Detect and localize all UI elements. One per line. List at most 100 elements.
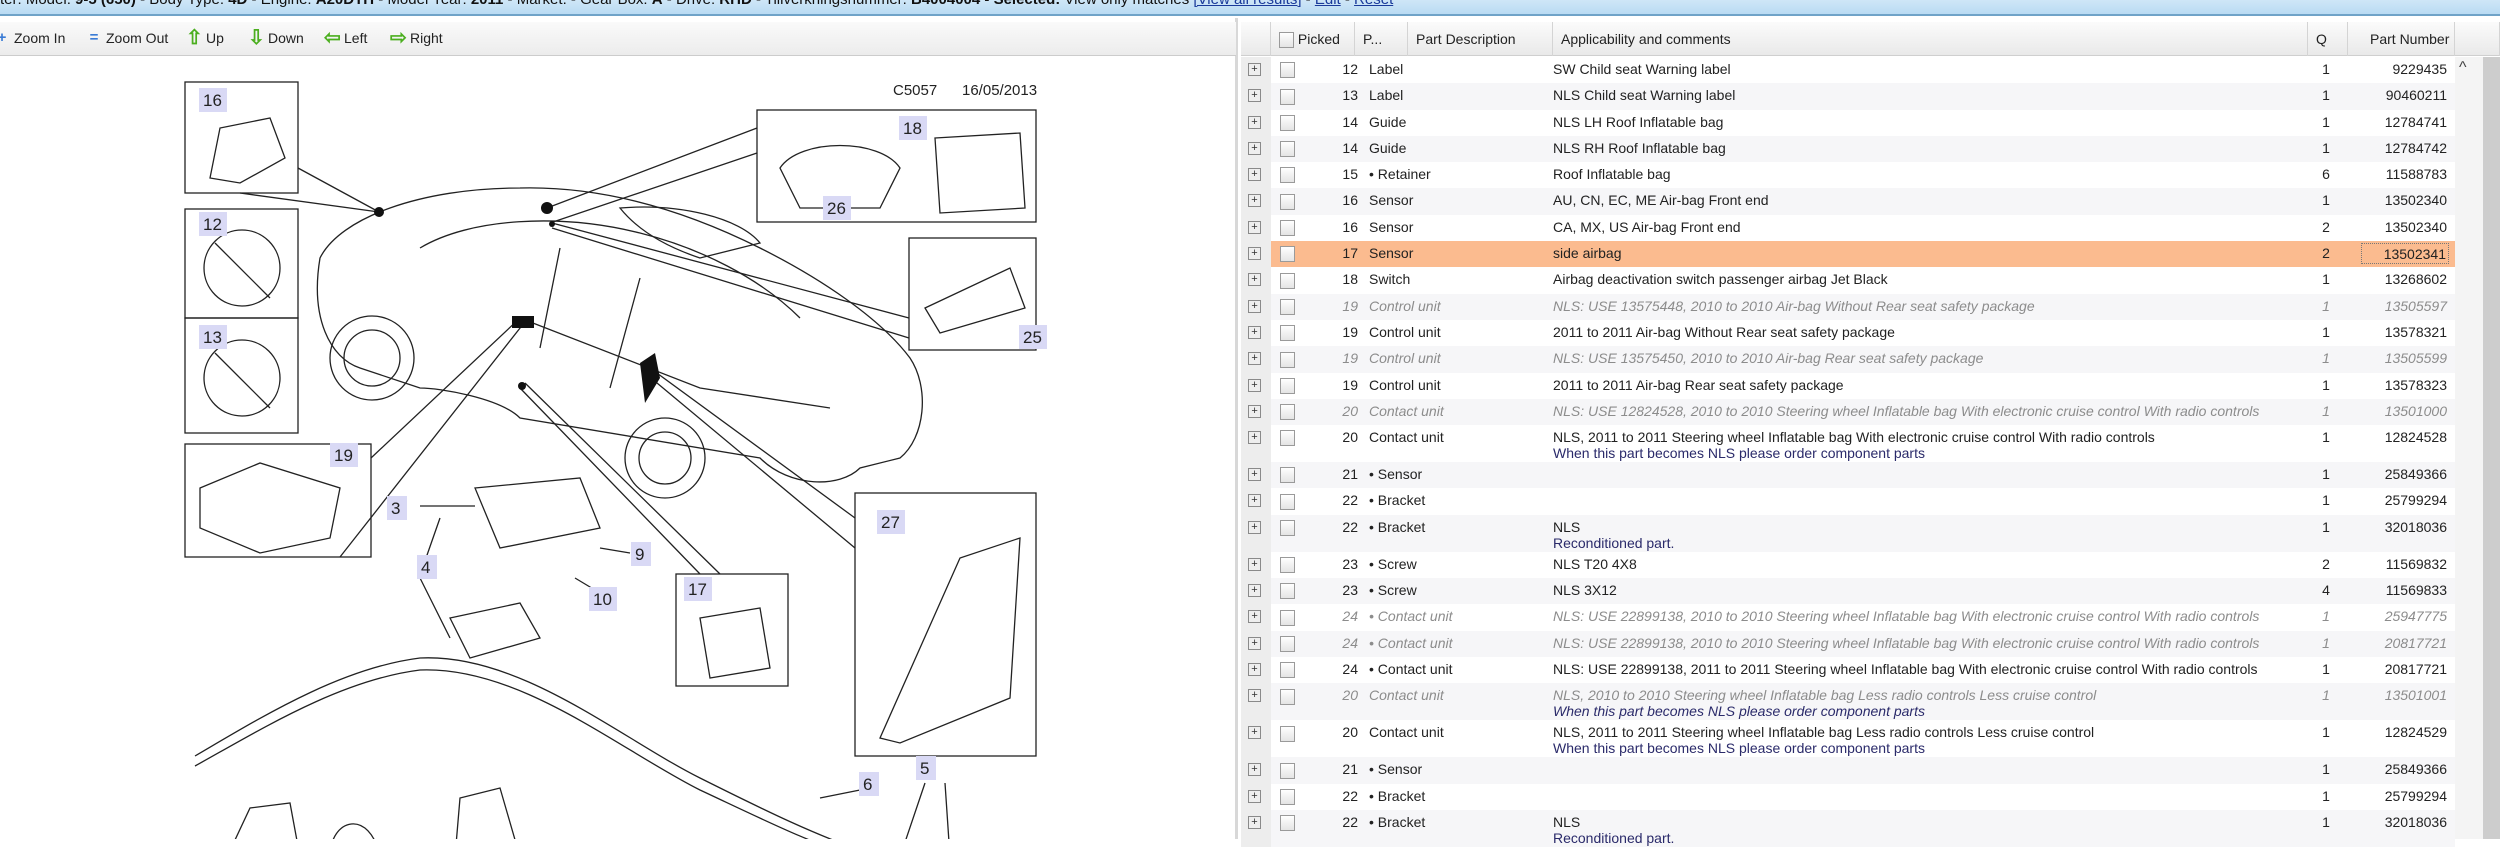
part-number-cell[interactable]: 13578323	[2361, 377, 2449, 393]
table-row[interactable]: + 20 Contact unit NLS, 2011 to 2011 Stee…	[1241, 425, 2455, 463]
table-row[interactable]: + 24 • Contact unit NLS: USE 22899138, 2…	[1241, 604, 2455, 631]
table-row[interactable]: + 15 • Retainer Roof Inflatable bag 6 11…	[1241, 162, 2455, 189]
expand-icon[interactable]: +	[1248, 273, 1261, 287]
view-all-results-link[interactable]: [View all results]	[1193, 0, 1301, 8]
part-number-cell[interactable]: 13505597	[2361, 298, 2449, 314]
table-row[interactable]: + 19 Control unit NLS: USE 13575448, 201…	[1241, 293, 2455, 320]
picked-checkbox[interactable]	[1280, 192, 1295, 210]
part-number-cell[interactable]: 20817721	[2361, 661, 2449, 677]
table-row[interactable]: + 17 Sensor side airbag 2 13502341	[1241, 241, 2455, 268]
table-row[interactable]: + 20 Contact unit NLS, 2011 to 2011 Stee…	[1241, 720, 2455, 758]
picked-checkbox[interactable]	[1280, 166, 1295, 184]
picked-checkbox[interactable]	[1280, 608, 1295, 626]
callout-16[interactable]: 16	[199, 88, 227, 112]
picked-checkbox[interactable]	[1280, 114, 1295, 131]
part-number-cell[interactable]: 11588783	[2361, 166, 2449, 182]
part-number-cell[interactable]: 20817721	[2361, 635, 2449, 651]
table-row[interactable]: + 22 • Bracket NLS Reconditioned part. 1…	[1241, 809, 2455, 847]
picked-checkbox[interactable]	[1280, 519, 1295, 537]
table-row[interactable]: + 22 • Bracket NLS Reconditioned part. 1…	[1241, 514, 2455, 552]
expand-icon[interactable]: +	[1248, 115, 1261, 129]
expand-icon[interactable]: +	[1248, 404, 1261, 418]
picked-checkbox[interactable]	[1280, 492, 1295, 510]
expand-icon[interactable]: +	[1248, 299, 1261, 313]
up-button[interactable]: ⇧ Up	[186, 28, 224, 48]
picked-checkbox[interactable]	[1280, 788, 1295, 805]
table-row[interactable]: + 16 Sensor CA, MX, US Air-bag Front end…	[1241, 214, 2455, 242]
picked-checkbox[interactable]	[1280, 377, 1295, 394]
table-row[interactable]: + 19 Control unit NLS: USE 13575450, 201…	[1241, 346, 2455, 373]
part-number-cell[interactable]: 12784742	[2361, 140, 2449, 156]
part-number-cell[interactable]: 13502340	[2361, 219, 2449, 235]
picked-checkbox[interactable]	[1280, 219, 1295, 237]
expand-icon[interactable]: +	[1248, 220, 1261, 234]
header-position[interactable]: P...	[1355, 22, 1408, 56]
table-row[interactable]: + 19 Control unit 2011 to 2011 Air-bag W…	[1241, 319, 2455, 347]
table-row[interactable]: + 23 • Screw NLS T20 4X8 2 11569832	[1241, 551, 2455, 579]
table-row[interactable]: + 20 Contact unit NLS, 2010 to 2010 Stee…	[1241, 683, 2455, 721]
callout-19[interactable]: 19	[330, 443, 358, 467]
picked-checkbox[interactable]	[1280, 324, 1295, 342]
table-row[interactable]: + 23 • Screw NLS 3X12 4 11569833	[1241, 578, 2455, 605]
expand-icon[interactable]: +	[1248, 141, 1261, 155]
expand-icon[interactable]: +	[1248, 584, 1261, 598]
expand-icon[interactable]: +	[1248, 557, 1261, 571]
zoom-in-button[interactable]: + Zoom In	[0, 30, 65, 47]
part-number-cell[interactable]: 11569833	[2361, 582, 2449, 598]
header-picked[interactable]: Picked	[1271, 22, 1355, 56]
part-number-cell[interactable]: 13268602	[2361, 271, 2449, 287]
part-number-cell[interactable]: 13505599	[2361, 350, 2449, 366]
picked-checkbox[interactable]	[1280, 635, 1295, 652]
part-number-cell[interactable]: 13501000	[2361, 403, 2449, 419]
table-row[interactable]: + 20 Contact unit NLS: USE 12824528, 201…	[1241, 398, 2455, 426]
callout-12[interactable]: 12	[199, 212, 227, 236]
part-number-cell[interactable]: 32018036	[2361, 519, 2449, 535]
expand-icon[interactable]: +	[1248, 468, 1261, 482]
expand-icon[interactable]: +	[1248, 815, 1261, 829]
table-row[interactable]: + 18 Switch Airbag deactivation switch p…	[1241, 267, 2455, 294]
edit-link[interactable]: Edit	[1315, 0, 1341, 8]
table-row[interactable]: + 13 Label NLS Child seat Warning label …	[1241, 83, 2455, 110]
callout-18[interactable]: 18	[899, 116, 927, 140]
callout-25[interactable]: 25	[1019, 325, 1047, 349]
table-row[interactable]: + 24 • Contact unit NLS: USE 22899138, 2…	[1241, 630, 2455, 657]
callout-4[interactable]: 4	[417, 555, 437, 579]
expand-icon[interactable]: +	[1248, 89, 1261, 103]
picked-checkbox[interactable]	[1280, 403, 1295, 421]
picked-checkbox[interactable]	[1280, 814, 1295, 832]
part-number-cell[interactable]: 13578321	[2361, 324, 2449, 340]
part-number-cell[interactable]: 25849366	[2361, 466, 2449, 482]
callout-27[interactable]: 27	[877, 510, 905, 534]
picked-checkbox[interactable]	[1280, 556, 1295, 574]
part-number-cell[interactable]: 12824528	[2361, 429, 2449, 445]
picked-checkbox[interactable]	[1280, 466, 1295, 484]
right-button[interactable]: ⇨ Right	[390, 28, 443, 48]
header-quantity[interactable]: Q	[2308, 22, 2348, 56]
expand-icon[interactable]: +	[1248, 662, 1261, 676]
picked-checkbox[interactable]	[1280, 245, 1295, 263]
part-number-cell[interactable]: 9229435	[2361, 61, 2449, 77]
part-number-cell[interactable]: 12784741	[2361, 114, 2449, 130]
header-applicability[interactable]: Applicability and comments	[1553, 22, 2308, 56]
table-row[interactable]: + 21 • Sensor 1 25849366	[1241, 462, 2455, 489]
table-row[interactable]: + 16 Sensor AU, CN, EC, ME Air-bag Front…	[1241, 188, 2455, 215]
expand-icon[interactable]: +	[1248, 689, 1261, 703]
part-number-cell[interactable]: 11569832	[2361, 556, 2449, 572]
expand-icon[interactable]: +	[1248, 726, 1261, 740]
part-number-cell[interactable]: 13502340	[2361, 192, 2449, 208]
expand-icon[interactable]: +	[1248, 325, 1261, 339]
header-part-number[interactable]: Part Number	[2348, 22, 2455, 56]
scroll-up-icon[interactable]: ^	[2459, 59, 2467, 77]
table-scrollbar[interactable]: ^	[2455, 57, 2500, 839]
header-part-description[interactable]: Part Description	[1408, 22, 1553, 56]
expand-icon[interactable]: +	[1248, 610, 1261, 624]
picked-checkbox[interactable]	[1280, 271, 1295, 289]
picked-checkbox[interactable]	[1280, 140, 1295, 158]
table-row[interactable]: + 14 Guide NLS RH Roof Inflatable bag 1 …	[1241, 135, 2455, 163]
callout-17[interactable]: 17	[684, 577, 712, 601]
expand-icon[interactable]: +	[1248, 636, 1261, 650]
left-button[interactable]: ⇦ Left	[324, 28, 367, 48]
picked-checkbox[interactable]	[1280, 298, 1295, 315]
down-button[interactable]: ⇩ Down	[248, 28, 304, 48]
callout-5[interactable]: 5	[916, 756, 936, 780]
